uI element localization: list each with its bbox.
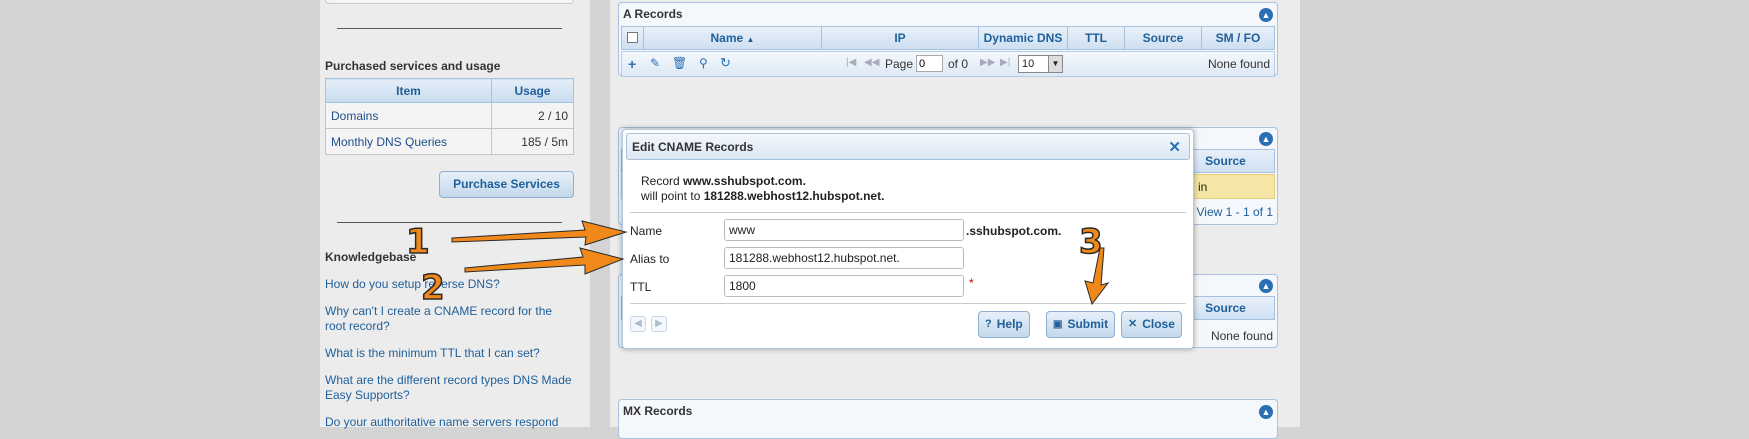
callout-1: 1 <box>405 221 430 263</box>
callout-3: 3 <box>1078 221 1103 263</box>
callout-2: 2 <box>420 267 445 309</box>
arrow-2 <box>464 247 625 275</box>
annotation-arrows <box>451 220 1110 306</box>
arrow-1 <box>451 220 628 246</box>
